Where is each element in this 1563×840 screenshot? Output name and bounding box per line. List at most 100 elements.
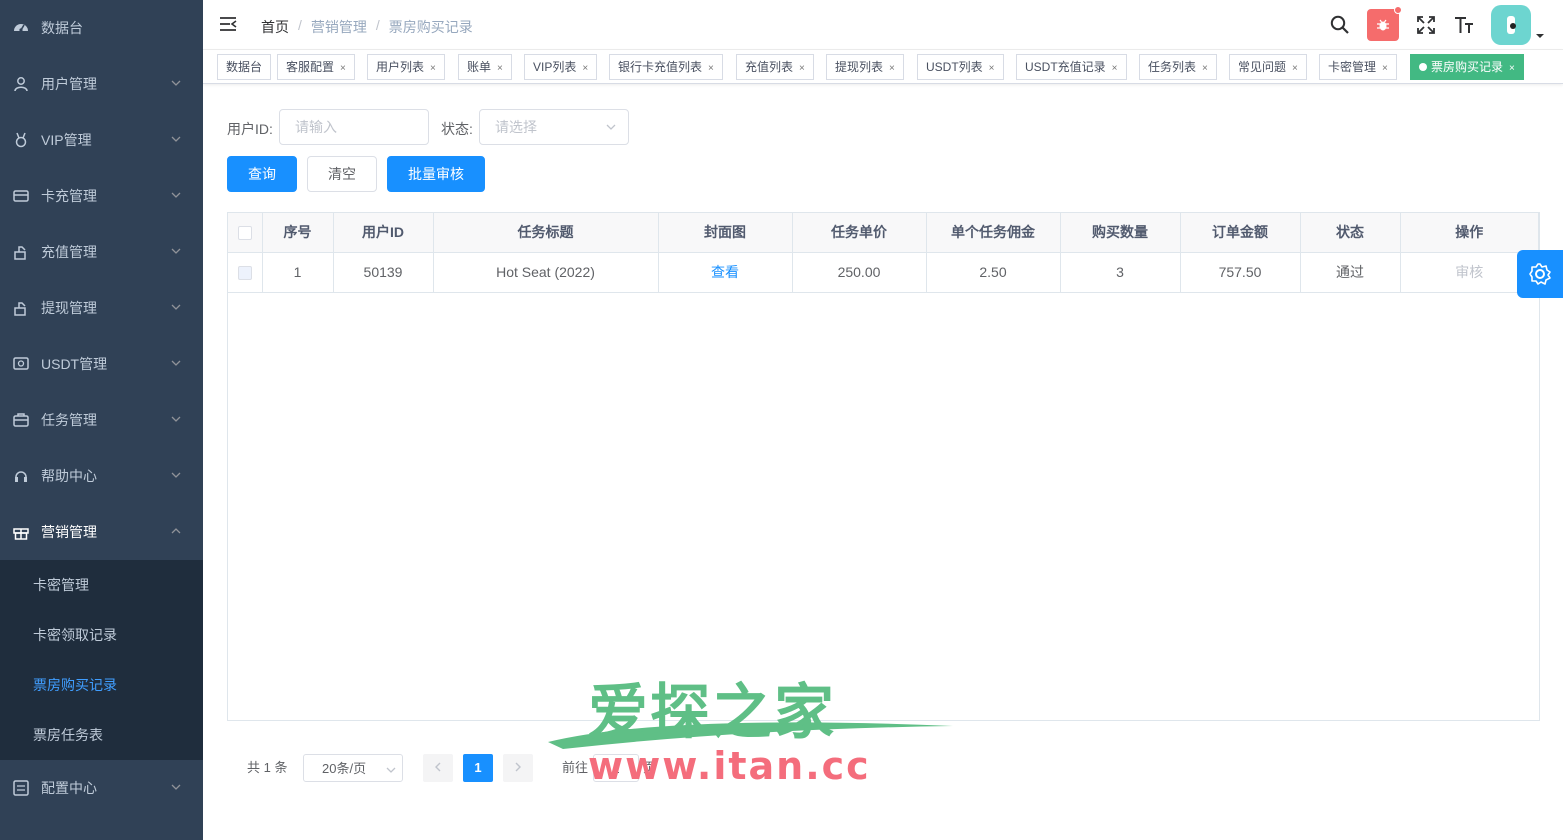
sidebar-item-vip[interactable]: VIP管理: [0, 112, 203, 168]
chevron-down-icon: [386, 767, 396, 773]
close-icon[interactable]: ×: [1112, 63, 1118, 74]
right-menu: [1321, 0, 1563, 50]
user-id-input[interactable]: 请输入: [279, 109, 429, 145]
tag-usdt-list[interactable]: USDT列表 ×: [917, 54, 1004, 80]
sidebar-subitem-box-office-tasks[interactable]: 票房任务表: [0, 710, 203, 760]
avatar[interactable]: [1491, 5, 1531, 45]
tag-cs-config[interactable]: 客服配置 ×: [277, 54, 355, 80]
col-user-id: 用户ID: [333, 213, 434, 253]
sidebar-item-marketing[interactable]: 营销管理: [0, 504, 203, 560]
page-number-1[interactable]: 1: [463, 754, 493, 782]
sidebar-item-dashboard[interactable]: 数据台: [0, 0, 203, 56]
bug-icon: [1377, 19, 1389, 31]
sidebar-item-recharge[interactable]: 充值管理: [0, 224, 203, 280]
dashboard-icon: [12, 19, 30, 37]
sidebar-item-users[interactable]: 用户管理: [0, 56, 203, 112]
tag-vip-list[interactable]: VIP列表 ×: [524, 54, 598, 80]
tag-recharge-list[interactable]: 充值列表 ×: [736, 54, 814, 80]
cell-user-id: 50139: [333, 252, 434, 293]
chevron-down-icon: [171, 784, 181, 790]
settings-button[interactable]: [1517, 250, 1563, 298]
clear-button[interactable]: 清空: [307, 156, 377, 192]
sidebar-item-label: 营销管理: [41, 524, 97, 540]
close-icon[interactable]: ×: [497, 63, 503, 74]
page-size-select[interactable]: 20条/页: [303, 754, 403, 782]
next-page-button[interactable]: [503, 754, 533, 782]
main-content: 用户ID: 请输入 状态: 请选择 查询 清空 批量审核 序号 用户ID 任务标…: [203, 84, 1563, 840]
sidebar-item-label: 用户管理: [41, 76, 97, 92]
sidebar-item-help[interactable]: 帮助中心: [0, 448, 203, 504]
help-icon: [12, 467, 30, 485]
sidebar-item-card-recharge[interactable]: 卡充管理: [0, 168, 203, 224]
tag-bill[interactable]: 账单 ×: [458, 54, 512, 80]
sidebar: 数据台 用户管理 VIP管理 卡充管理 充值管理 提现管理 USDT管理 任务管…: [0, 0, 203, 840]
chevron-down-icon: [171, 248, 181, 254]
select-all-checkbox[interactable]: [237, 226, 252, 241]
tag-dashboard[interactable]: 数据台: [217, 54, 272, 80]
chevron-up-icon: [171, 528, 181, 534]
fullscreen-icon[interactable]: [1415, 14, 1437, 36]
close-icon[interactable]: ×: [1509, 63, 1515, 74]
tag-card-code[interactable]: 卡密管理 ×: [1319, 54, 1397, 80]
review-button[interactable]: 审核: [1455, 264, 1483, 280]
close-icon[interactable]: ×: [340, 63, 346, 74]
tag-user-list[interactable]: 用户列表 ×: [367, 54, 445, 80]
chevron-left-icon: [435, 762, 441, 772]
sidebar-item-label: 卡充管理: [41, 188, 97, 204]
close-icon[interactable]: ×: [582, 63, 588, 74]
withdraw-icon: [12, 299, 30, 317]
close-icon[interactable]: ×: [889, 63, 895, 74]
data-table: 序号 用户ID 任务标题 封面图 任务单价 单个任务佣金 购买数量 订单金额 状…: [227, 212, 1540, 721]
close-icon[interactable]: ×: [799, 63, 805, 74]
status-select[interactable]: 请选择: [479, 109, 629, 145]
row-checkbox[interactable]: [237, 266, 252, 281]
close-icon[interactable]: ×: [1292, 63, 1298, 74]
close-icon[interactable]: ×: [1202, 63, 1208, 74]
sidebar-item-label: 配置中心: [41, 780, 97, 796]
batch-review-button[interactable]: 批量审核: [387, 156, 485, 192]
sidebar-item-label: USDT管理: [41, 356, 108, 372]
close-icon[interactable]: ×: [430, 63, 436, 74]
cell-title: Hot Seat (2022): [433, 252, 659, 293]
chevron-down-icon: [171, 136, 181, 142]
chevron-down-icon: [171, 416, 181, 422]
prev-page-button[interactable]: [423, 754, 453, 782]
caret-down-icon[interactable]: [1535, 8, 1549, 43]
close-icon[interactable]: ×: [1382, 63, 1388, 74]
search-icon[interactable]: [1329, 14, 1351, 36]
sidebar-item-label: 帮助中心: [41, 468, 97, 484]
sidebar-item-usdt[interactable]: USDT管理: [0, 336, 203, 392]
navbar: 首页 / 营销管理 / 票房购买记录: [203, 0, 1563, 50]
watermark: 爱探之家 www.itan.cc: [543, 664, 963, 788]
col-action: 操作: [1400, 213, 1539, 253]
view-cover-link[interactable]: 查看: [711, 264, 739, 280]
tag-bank-recharge[interactable]: 银行卡充值列表 ×: [609, 54, 723, 80]
sidebar-subitem-card-code[interactable]: 卡密管理: [0, 560, 203, 610]
sidebar-item-config[interactable]: 配置中心: [0, 760, 203, 816]
chevron-down-icon: [171, 304, 181, 310]
tag-usdt-recharge[interactable]: USDT充值记录 ×: [1016, 54, 1127, 80]
tag-faq[interactable]: 常见问题 ×: [1229, 54, 1307, 80]
chevron-down-icon: [171, 192, 181, 198]
usdt-icon: [12, 355, 30, 373]
tag-box-office-purchases[interactable]: 票房购买记录 ×: [1410, 54, 1524, 80]
font-size-icon[interactable]: [1453, 14, 1475, 36]
marketing-submenu: 卡密管理 卡密领取记录 票房购买记录 票房任务表: [0, 560, 203, 760]
tag-task-list[interactable]: 任务列表 ×: [1139, 54, 1217, 80]
query-button[interactable]: 查询: [227, 156, 297, 192]
sidebar-item-withdraw[interactable]: 提现管理: [0, 280, 203, 336]
sidebar-item-tasks[interactable]: 任务管理: [0, 392, 203, 448]
breadcrumb-current: 票房购买记录: [388, 19, 473, 35]
sidebar-subitem-card-code-records[interactable]: 卡密领取记录: [0, 610, 203, 660]
chevron-down-icon: [171, 472, 181, 478]
breadcrumb-home[interactable]: 首页: [261, 17, 289, 37]
close-icon[interactable]: ×: [708, 63, 714, 74]
tag-withdraw-list[interactable]: 提现列表 ×: [826, 54, 904, 80]
cell-status: 通过: [1300, 252, 1401, 293]
hamburger-icon[interactable]: [219, 15, 237, 33]
sidebar-subitem-box-office-purchases[interactable]: 票房购买记录: [0, 660, 203, 710]
error-log-button[interactable]: [1367, 6, 1402, 41]
col-qty: 购买数量: [1060, 213, 1181, 253]
sidebar-item-label: 数据台: [41, 20, 83, 36]
close-icon[interactable]: ×: [989, 63, 995, 74]
